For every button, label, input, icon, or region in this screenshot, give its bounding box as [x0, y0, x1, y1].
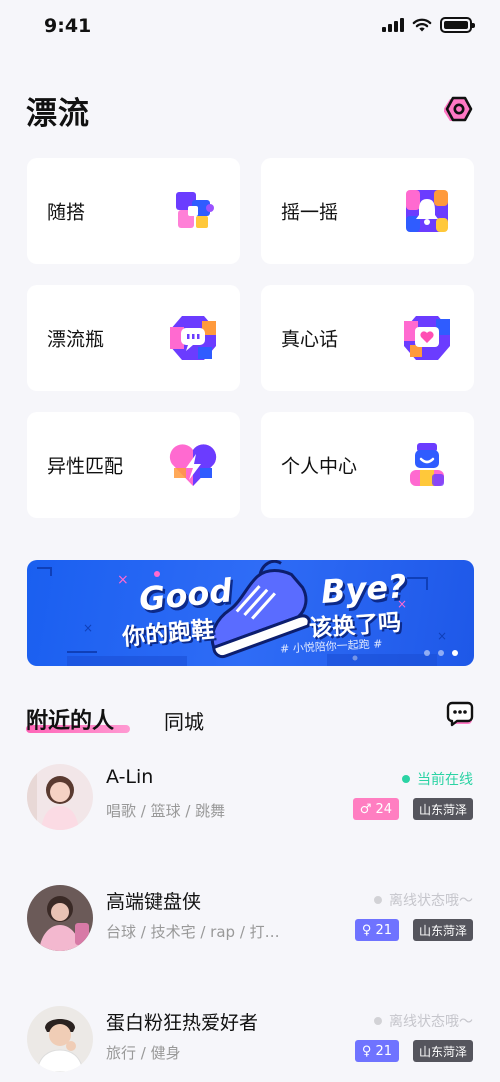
tab-nearby[interactable]: 附近的人 [26, 703, 130, 735]
age-value: 21 [375, 922, 392, 938]
feature-card-suida[interactable]: 随搭 [27, 158, 240, 264]
user-name: 蛋白粉狂热爱好者 [106, 1012, 259, 1034]
user-tags: 旅行 / 健身 [106, 1044, 181, 1062]
status-text: 离线状态哦～ [389, 893, 473, 909]
feature-grid: 随搭 摇一摇 漂流瓶 真心话 异性匹配 个人中心 [27, 158, 474, 518]
banner-decoration: × × × × × [37, 560, 447, 666]
status-dot [374, 896, 382, 904]
status-bar: 9:41 [0, 0, 500, 52]
settings-hexagon-icon[interactable] [444, 94, 474, 124]
feature-card-bottle[interactable]: 漂流瓶 [27, 285, 240, 391]
offline-status: 离线状态哦～ [374, 890, 473, 910]
gender-age-badge: ♀ 21 [354, 919, 399, 941]
svg-text:×: × [83, 621, 93, 635]
svg-text:×: × [117, 572, 129, 588]
male-icon: ♂ [359, 801, 372, 817]
feature-card-profile[interactable]: 个人中心 [261, 412, 474, 518]
user-list-item[interactable]: A-Lin 唱歌 / 篮球 / 跳舞 当前在线 ♂ 24 山东菏泽 [0, 764, 500, 884]
feature-card-truth[interactable]: 真心话 [261, 285, 474, 391]
feature-label: 真心话 [281, 328, 339, 351]
status-dot [402, 775, 410, 783]
user-list-item[interactable]: 蛋白粉狂热爱好者 旅行 / 健身 离线状态哦～ ♀ 21 山东菏泽 [0, 1006, 500, 1082]
page-title: 漂流 [26, 96, 90, 132]
age-value: 21 [375, 1043, 392, 1059]
person-icon [410, 443, 444, 486]
user-tags: 唱歌 / 篮球 / 跳舞 [106, 802, 226, 820]
online-status: 当前在线 [402, 769, 473, 789]
feature-label: 个人中心 [281, 455, 358, 478]
gender-age-badge: ♀ 21 [354, 1040, 399, 1062]
svg-text:×: × [437, 629, 447, 643]
offline-status: 离线状态哦～ [374, 1011, 473, 1031]
location-badge: 山东菏泽 [412, 919, 473, 941]
age-value: 24 [375, 801, 392, 817]
pagination-dot[interactable] [438, 650, 444, 656]
tab-city[interactable]: 同城 [164, 706, 204, 735]
status-text: 离线状态哦～ [389, 1014, 473, 1030]
user-tags: 台球 / 技术宅 / rap / 打… [106, 923, 280, 941]
location-badge: 山东菏泽 [412, 798, 473, 820]
tab-nearby-label: 附近的人 [26, 709, 115, 734]
user-badges: ♀ 21 山东菏泽 [354, 919, 473, 941]
bell-icon [406, 190, 448, 232]
signal-icon [382, 18, 404, 32]
feature-label: 漂流瓶 [47, 328, 105, 351]
female-icon: ♀ [361, 922, 372, 938]
user-badges: ♂ 24 山东菏泽 [352, 798, 473, 820]
avatar[interactable] [27, 885, 93, 951]
banner-pagination [424, 650, 458, 656]
user-badges: ♀ 21 山东菏泽 [354, 1040, 473, 1062]
feature-label: 摇一摇 [281, 201, 339, 224]
feature-card-match[interactable]: 异性匹配 [27, 412, 240, 518]
gender-age-badge: ♂ 24 [352, 798, 399, 820]
status-dot [374, 1017, 382, 1025]
avatar[interactable] [27, 764, 93, 830]
feature-label: 异性匹配 [47, 455, 124, 478]
user-list-item[interactable]: 高端键盘侠 台球 / 技术宅 / rap / 打… 离线状态哦～ ♀ 21 山东… [0, 885, 500, 1005]
avatar[interactable] [27, 1006, 93, 1072]
feature-card-shake[interactable]: 摇一摇 [261, 158, 474, 264]
feature-label: 随搭 [47, 201, 86, 224]
user-name: A-Lin [106, 766, 154, 788]
status-time: 9:41 [44, 15, 92, 37]
message-icon[interactable] [446, 701, 474, 727]
heart-message-icon [404, 316, 450, 360]
promo-banner[interactable]: × × × × × Good Bye? 你的跑鞋 该换了吗 # 小悦陪你一起跑 … [27, 560, 474, 666]
location-badge: 山东菏泽 [412, 1040, 473, 1062]
user-name: 高端键盘侠 [106, 891, 202, 913]
female-icon: ♀ [361, 1043, 372, 1059]
wifi-icon [412, 18, 432, 31]
battery-icon [440, 17, 475, 33]
pagination-dot-active[interactable] [452, 650, 458, 656]
status-icons [382, 17, 475, 33]
lightning-heart-icon [169, 444, 217, 486]
chat-bubble-icon [170, 316, 216, 360]
status-text: 当前在线 [417, 772, 473, 788]
puzzle-icon [176, 192, 214, 228]
pagination-dot[interactable] [424, 650, 430, 656]
